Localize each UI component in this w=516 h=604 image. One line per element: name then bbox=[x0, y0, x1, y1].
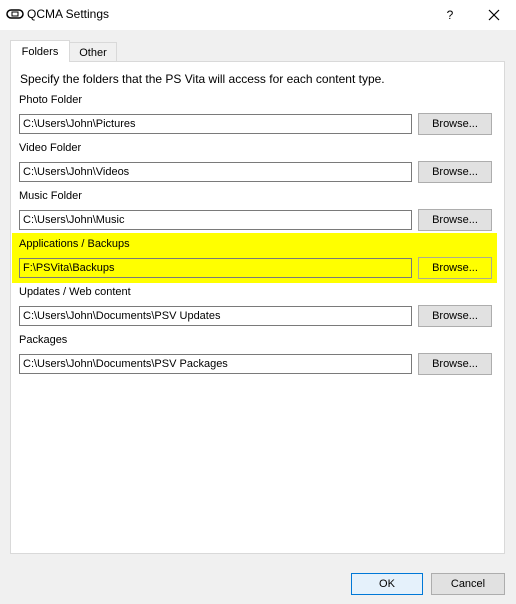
applications-backups-label: Applications / Backups bbox=[19, 238, 130, 250]
tab-folders[interactable]: Folders bbox=[10, 40, 70, 62]
packages-label: Packages bbox=[19, 334, 68, 346]
updates-browse-button[interactable]: Browse... bbox=[418, 305, 492, 327]
help-button[interactable]: ? bbox=[436, 0, 464, 30]
photo-browse-button[interactable]: Browse... bbox=[418, 113, 492, 135]
photo-folder-label: Photo Folder bbox=[19, 94, 82, 106]
updates-web-content-label: Updates / Web content bbox=[19, 286, 131, 298]
packages-browse-button[interactable]: Browse... bbox=[418, 353, 492, 375]
ok-button[interactable]: OK bbox=[351, 573, 423, 595]
packages-input[interactable] bbox=[19, 354, 412, 374]
instructions-text: Specify the folders that the PS Vita wil… bbox=[20, 72, 385, 86]
music-browse-button[interactable]: Browse... bbox=[418, 209, 492, 231]
window-title: QCMA Settings bbox=[27, 7, 110, 21]
music-folder-label: Music Folder bbox=[19, 190, 82, 202]
applications-backups-input[interactable] bbox=[19, 258, 412, 278]
tab-other[interactable]: Other bbox=[69, 42, 117, 62]
cancel-button[interactable]: Cancel bbox=[431, 573, 505, 595]
close-icon bbox=[488, 9, 500, 21]
video-browse-button[interactable]: Browse... bbox=[418, 161, 492, 183]
music-folder-input[interactable] bbox=[19, 210, 412, 230]
title-bar: QCMA Settings ? bbox=[0, 0, 516, 30]
close-button[interactable] bbox=[476, 0, 512, 30]
video-folder-input[interactable] bbox=[19, 162, 412, 182]
applications-browse-button[interactable]: Browse... bbox=[418, 257, 492, 279]
photo-folder-input[interactable] bbox=[19, 114, 412, 134]
vita-controller-icon bbox=[6, 9, 24, 19]
updates-web-content-input[interactable] bbox=[19, 306, 412, 326]
video-folder-label: Video Folder bbox=[19, 142, 82, 154]
